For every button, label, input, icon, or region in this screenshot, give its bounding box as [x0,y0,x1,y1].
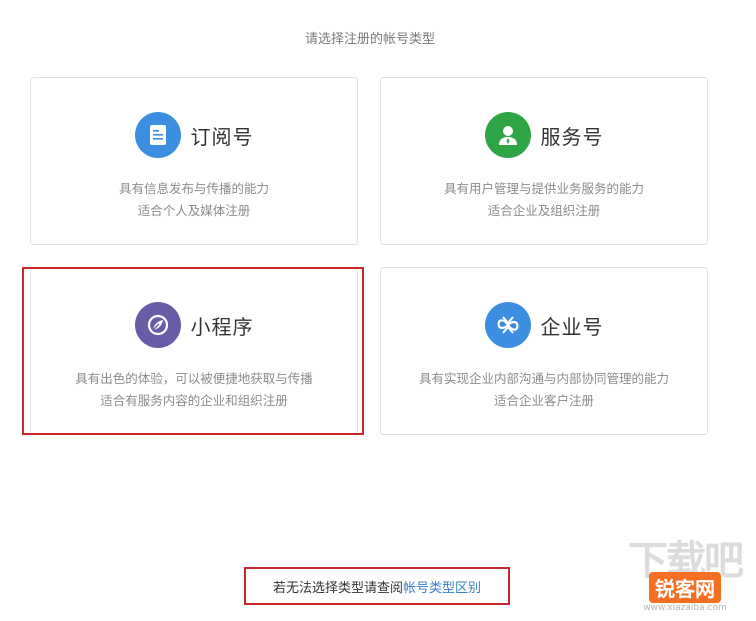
card-desc-line: 具有实现企业内部沟通与内部协同管理的能力 [418,371,669,386]
card-desc-line: 适合个人及媒体注册 [137,203,251,218]
watermark-logo: 锐客网 [649,572,721,603]
account-type-diff-link[interactable]: 帐号类型区别 [403,577,481,596]
watermark-url: www.xiazaiba.com [643,603,727,613]
page-title: 请选择注册的帐号类型 [304,32,435,47]
page: 请选择注册的帐号类型 订阅号 具有信息发布与传播的能力 适合个人及媒体注册 服务… [0,0,756,621]
infinity-icon [484,302,531,348]
card-title: 服务号 [540,124,604,149]
card-head: 服务号 [381,112,707,158]
card-desc-line: 适合企业客户注册 [493,393,594,408]
card-head: 企业号 [381,302,707,348]
card-desc-line: 具有用户管理与提供业务服务的能力 [443,181,644,196]
card-service[interactable]: 服务号 具有用户管理与提供业务服务的能力 适合企业及组织注册 [380,77,708,245]
footer-note: 若无法选择类型请查阅 帐号类型区别 [244,567,510,605]
card-subscription[interactable]: 订阅号 具有信息发布与传播的能力 适合个人及媒体注册 [30,77,358,245]
card-description: 具有实现企业内部沟通与内部协同管理的能力 适合企业客户注册 [381,368,707,412]
card-enterprise[interactable]: 企业号 具有实现企业内部沟通与内部协同管理的能力 适合企业客户注册 [380,267,708,435]
card-desc-line: 适合企业及组织注册 [487,203,601,218]
card-head: 订阅号 [31,112,357,158]
card-desc-line: 具有信息发布与传播的能力 [118,181,269,196]
card-title: 企业号 [540,314,604,339]
card-description: 具有信息发布与传播的能力 适合个人及媒体注册 [31,178,357,222]
highlight-box-mini-program [22,267,364,435]
document-icon [134,112,181,158]
user-icon [484,112,531,158]
card-title: 订阅号 [190,124,254,149]
card-description: 具有用户管理与提供业务服务的能力 适合企业及组织注册 [381,178,707,222]
watermark: 下载吧 锐客网 www.xiazaiba.com [620,541,750,613]
footer-text: 若无法选择类型请查阅 [272,580,403,596]
